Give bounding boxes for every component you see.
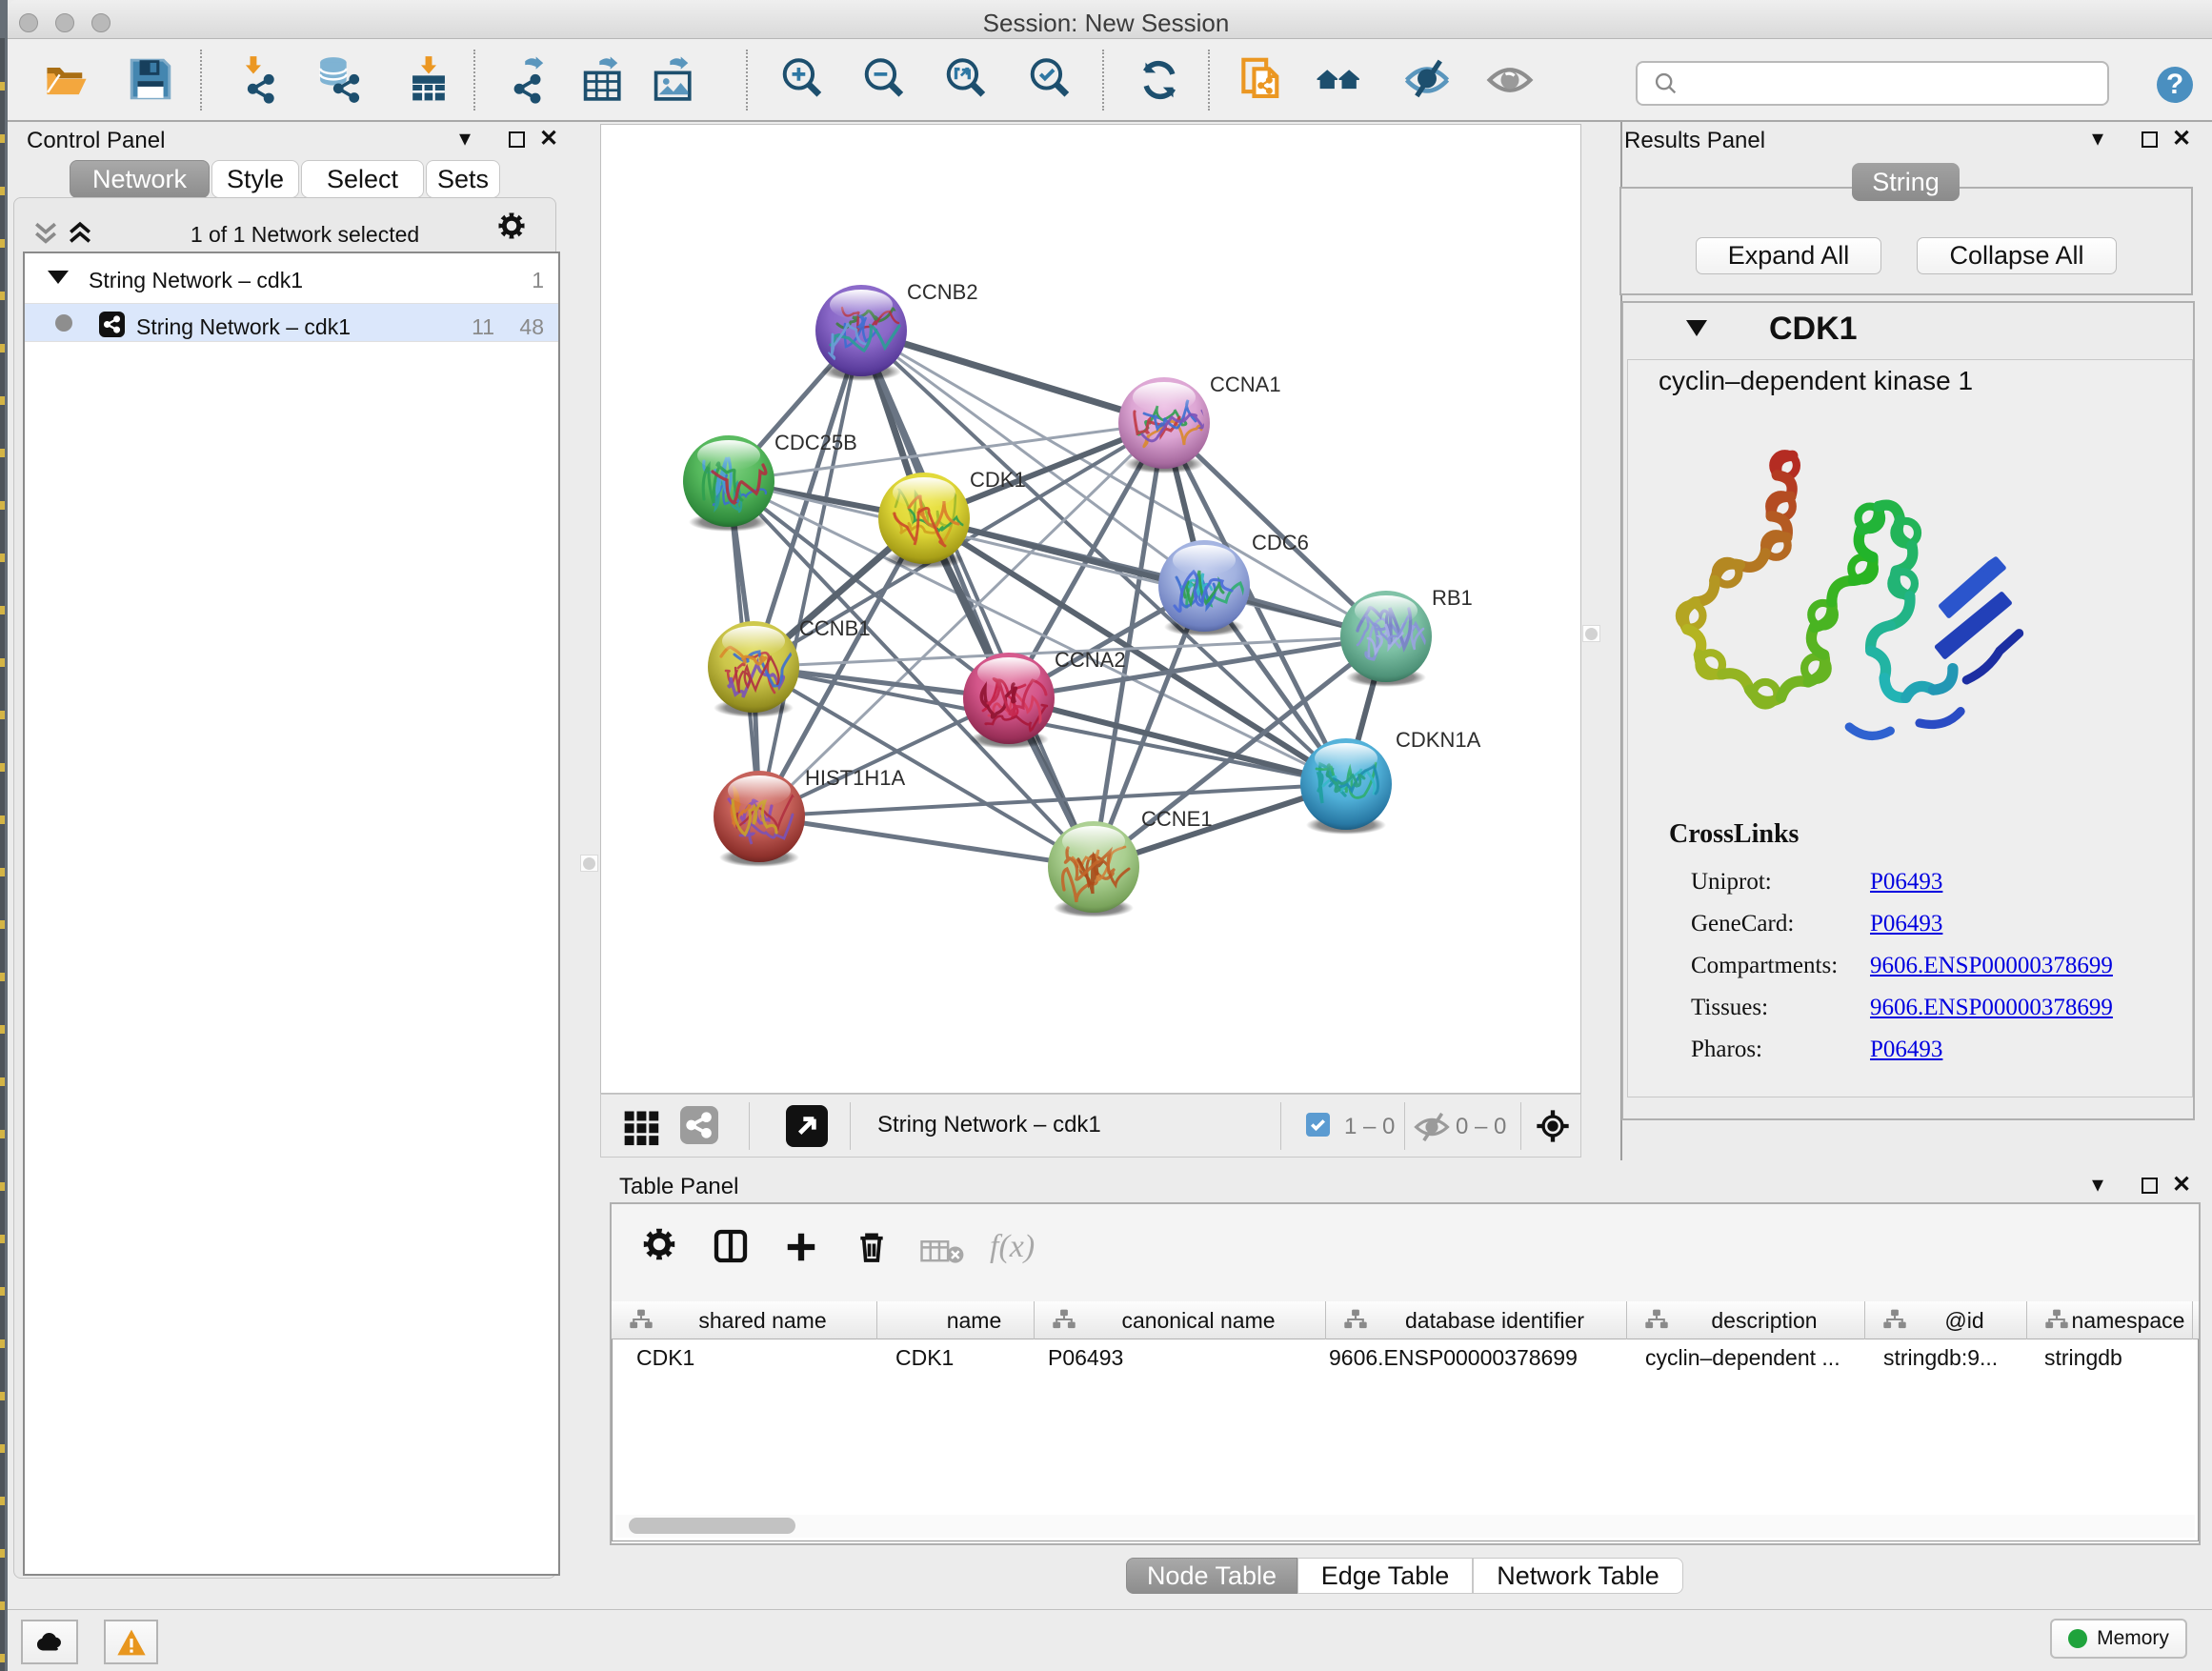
- svg-text:CDKN1A: CDKN1A: [1396, 728, 1481, 752]
- svg-text:CCNE1: CCNE1: [1141, 807, 1213, 831]
- svg-text:CDK1: CDK1: [970, 468, 1026, 492]
- svg-text:CDC25B: CDC25B: [774, 431, 857, 454]
- svg-text:CCNB1: CCNB1: [799, 616, 871, 640]
- svg-text:CDC6: CDC6: [1252, 531, 1309, 554]
- svg-text:CCNA1: CCNA1: [1210, 372, 1281, 396]
- svg-text:CCNA2: CCNA2: [1055, 648, 1126, 672]
- svg-text:CCNB2: CCNB2: [907, 280, 978, 304]
- svg-text:HIST1H1A: HIST1H1A: [805, 766, 905, 790]
- svg-text:RB1: RB1: [1432, 586, 1473, 610]
